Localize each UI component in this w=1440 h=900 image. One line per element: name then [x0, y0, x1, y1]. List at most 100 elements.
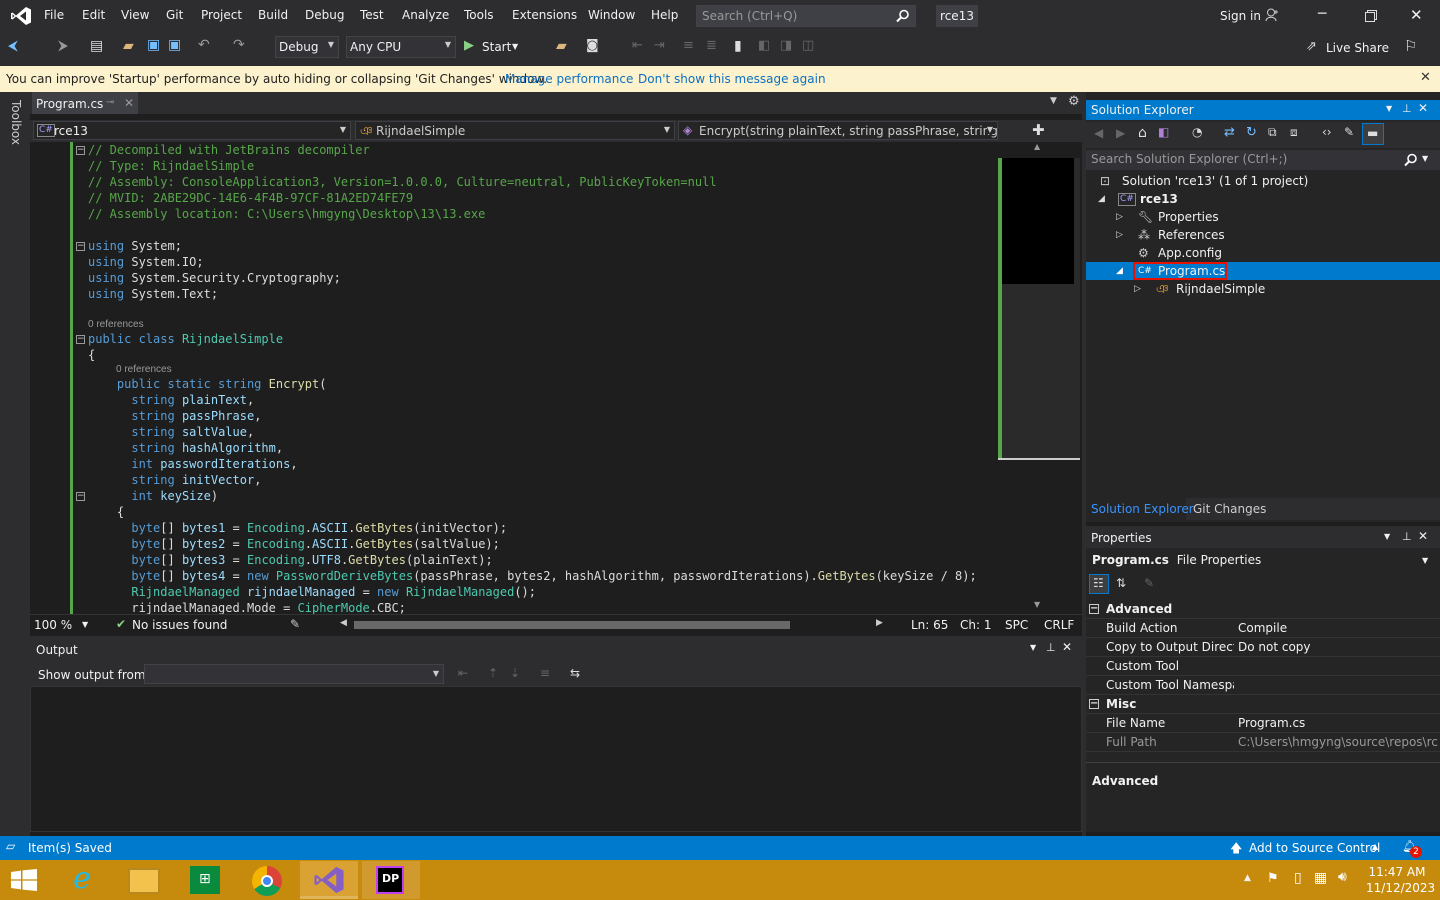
- output-source-select[interactable]: ▼: [144, 664, 444, 684]
- pin-icon[interactable]: ⊸: [106, 97, 114, 108]
- windows-start-icon[interactable]: [11, 869, 37, 891]
- nav-member-dropdown[interactable]: ◈ Encrypt(string plainText, string passP…: [678, 121, 998, 140]
- property-value[interactable]: Compile: [1238, 619, 1287, 638]
- chevron-down-icon[interactable]: ▼: [1384, 532, 1390, 541]
- nav-class-dropdown[interactable]: ঞ RijndaelSimple ▼: [355, 121, 675, 140]
- menu-test[interactable]: Test: [360, 8, 384, 22]
- word-wrap-icon[interactable]: ⇆: [570, 666, 580, 680]
- dont-show-link[interactable]: Don't show this message again: [638, 72, 826, 86]
- tab-solution-explorer[interactable]: Solution Explorer: [1086, 498, 1194, 520]
- battery-icon[interactable]: ▯: [1294, 870, 1302, 886]
- collapse-icon[interactable]: −: [1089, 604, 1099, 614]
- switch-views-icon[interactable]: ◧: [1158, 125, 1169, 139]
- expanded-chevron-icon[interactable]: ◢: [1098, 190, 1105, 208]
- open-folder-icon[interactable]: ▰: [123, 38, 134, 54]
- action-center-icon[interactable]: ⚑: [1267, 871, 1279, 886]
- close-panel-icon[interactable]: ✕: [1418, 101, 1428, 115]
- new-project-icon[interactable]: ▤: [90, 38, 103, 54]
- codelens-references[interactable]: 0 references: [88, 318, 144, 331]
- collapsed-chevron-icon[interactable]: ▷: [1116, 208, 1123, 226]
- manage-performance-link[interactable]: Manage performance: [505, 72, 633, 86]
- category-advanced[interactable]: − Advanced: [1086, 600, 1440, 619]
- forward-icon[interactable]: ⮞: [58, 38, 68, 54]
- scroll-right-icon[interactable]: ▶: [876, 618, 883, 628]
- expanded-chevron-icon[interactable]: ◢: [1116, 262, 1123, 280]
- scroll-left-icon[interactable]: ◀: [340, 618, 347, 628]
- menu-extensions[interactable]: Extensions: [512, 8, 577, 22]
- refresh-icon[interactable]: ↻: [1246, 125, 1257, 140]
- close-infobar-icon[interactable]: ✕: [1420, 70, 1431, 85]
- volume-icon[interactable]: 🔊︎: [1338, 869, 1347, 885]
- menu-tools[interactable]: Tools: [464, 8, 494, 22]
- chevron-down-icon[interactable]: ▼: [1386, 104, 1392, 113]
- toolbox-tab[interactable]: Toolbox: [9, 100, 23, 145]
- hot-reload-icon[interactable]: ◙: [586, 38, 599, 53]
- redo-icon[interactable]: ↷: [233, 37, 245, 53]
- nav-project-dropdown[interactable]: C# rce13 ▼: [33, 121, 351, 140]
- view-code-icon[interactable]: ‹›: [1322, 125, 1332, 139]
- pending-changes-icon[interactable]: ◔: [1192, 125, 1202, 139]
- collapsed-chevron-icon[interactable]: ▷: [1134, 280, 1141, 298]
- close-window-icon[interactable]: ✕: [1410, 6, 1423, 24]
- chevron-down-icon[interactable]: ▼: [82, 620, 88, 629]
- browse-icon[interactable]: ▰: [556, 38, 567, 54]
- tree-item-project[interactable]: ◢ C# rce13: [1086, 190, 1440, 208]
- chevron-down-icon[interactable]: ▼: [1030, 643, 1036, 652]
- dotpeek-taskbar-button[interactable]: DP: [362, 861, 420, 899]
- close-panel-icon[interactable]: ✕: [1418, 529, 1428, 543]
- collapse-icon[interactable]: −: [76, 492, 85, 501]
- sync-icon[interactable]: ⇄: [1224, 125, 1235, 140]
- chevron-down-icon[interactable]: ▼: [1422, 556, 1428, 565]
- property-row[interactable]: Custom Tool Namespac: [1086, 676, 1440, 695]
- codelens-references[interactable]: 0 references: [116, 363, 172, 376]
- close-panel-icon[interactable]: ✕: [1062, 640, 1072, 654]
- pin-icon[interactable]: ⊥: [1402, 102, 1412, 115]
- live-share-label[interactable]: Live Share: [1326, 41, 1389, 55]
- alphabetical-icon[interactable]: ⇅: [1116, 576, 1126, 590]
- back-icon[interactable]: ⮜: [8, 38, 18, 54]
- show-all-files-icon[interactable]: ⧈: [1290, 125, 1298, 140]
- tab-program-cs[interactable]: Program.cs ⊸ ✕: [32, 92, 138, 114]
- visual-studio-taskbar-button[interactable]: [300, 861, 358, 899]
- config-select[interactable]: Debug ▼: [275, 36, 339, 58]
- store-icon[interactable]: ⊞: [190, 866, 220, 894]
- zoom-level[interactable]: 100 %: [34, 618, 72, 632]
- internet-explorer-icon[interactable]: e: [64, 864, 100, 896]
- collapse-icon[interactable]: −: [1089, 699, 1099, 709]
- whitespace-mode[interactable]: SPC: [1005, 618, 1028, 632]
- account-icon[interactable]: [1265, 8, 1279, 22]
- platform-select[interactable]: Any CPU ▼: [346, 36, 456, 58]
- solution-search-box[interactable]: Search Solution Explorer (Ctrl+;) ▼: [1086, 150, 1440, 170]
- tree-item-references[interactable]: ▷ ⁂ References: [1086, 226, 1440, 244]
- property-value[interactable]: Do not copy: [1238, 638, 1311, 657]
- line-ending[interactable]: CRLF: [1044, 618, 1074, 632]
- search-box[interactable]: Search (Ctrl+Q): [696, 5, 916, 27]
- category-misc[interactable]: − Misc: [1086, 695, 1440, 714]
- split-editor-icon[interactable]: ✚: [1032, 121, 1045, 139]
- collapse-icon[interactable]: −: [76, 146, 85, 155]
- tab-git-changes[interactable]: Git Changes: [1193, 502, 1266, 516]
- menu-project[interactable]: Project: [201, 8, 242, 22]
- pin-icon[interactable]: ⊥: [1046, 641, 1056, 654]
- live-share-icon[interactable]: ⇗: [1306, 39, 1317, 54]
- chevron-down-icon[interactable]: ▼: [1422, 154, 1428, 163]
- restore-icon[interactable]: [1365, 10, 1377, 22]
- property-row[interactable]: Full Path C:\Users\hmgyng\source\repos\rc…: [1086, 733, 1440, 752]
- menu-window[interactable]: Window: [588, 8, 635, 22]
- home-icon[interactable]: ⌂: [1138, 125, 1147, 141]
- tree-item-app-config[interactable]: ⚙ App.config: [1086, 244, 1440, 262]
- minimize-icon[interactable]: ─: [1318, 6, 1326, 22]
- horizontal-scrollbar-thumb[interactable]: [354, 621, 790, 629]
- menu-file[interactable]: File: [44, 8, 64, 22]
- property-row[interactable]: Build Action Compile: [1086, 619, 1440, 638]
- property-row[interactable]: File Name Program.cs: [1086, 714, 1440, 733]
- save-all-icon[interactable]: ▣: [168, 37, 181, 53]
- property-value[interactable]: Program.cs: [1238, 714, 1305, 733]
- settings-gear-icon[interactable]: ⚙: [1068, 94, 1080, 109]
- properties-object-selector[interactable]: Program.cs File Properties: [1092, 553, 1261, 567]
- properties-wrench-icon[interactable]: ✎: [1344, 125, 1354, 139]
- menu-help[interactable]: Help: [651, 8, 678, 22]
- code-area[interactable]: // Decompiled with JetBrains decompiler …: [76, 142, 998, 614]
- tree-item-program-cs[interactable]: ◢ C# Program.cs: [1086, 262, 1440, 280]
- collapse-icon[interactable]: −: [76, 335, 85, 344]
